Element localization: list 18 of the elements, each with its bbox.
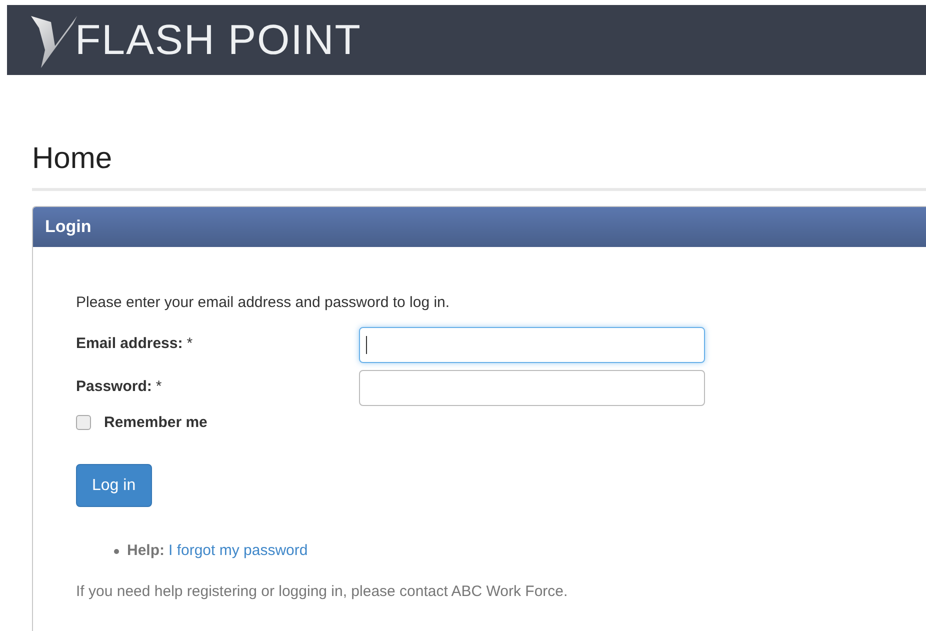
- required-mark: *: [186, 334, 193, 354]
- intro-text: Please enter your email address and password to log in.: [76, 293, 451, 313]
- bullet-icon: [114, 548, 119, 554]
- forgot-password-link[interactable]: I forgot my password: [168, 540, 308, 562]
- page-title: Home: [32, 144, 114, 174]
- login-button[interactable]: Log in: [76, 464, 152, 507]
- input-field[interactable]: [359, 326, 705, 362]
- input-field[interactable]: [359, 370, 705, 406]
- remember-label: Remember me: [104, 412, 208, 432]
- footer-note: If you need help registering or logging in, please contact ABC Work Force.: [76, 582, 569, 602]
- required-mark: *: [156, 377, 162, 398]
- text-cursor-icon: [366, 336, 367, 354]
- help-label: Help:: [127, 541, 164, 561]
- field-label: Email address:: [76, 334, 183, 354]
- panel-title: Login: [45, 216, 92, 238]
- remember-checkbox[interactable]: [76, 415, 91, 430]
- field-label: Password:: [76, 377, 152, 398]
- brand-name: FLASH POINT: [75, 19, 362, 61]
